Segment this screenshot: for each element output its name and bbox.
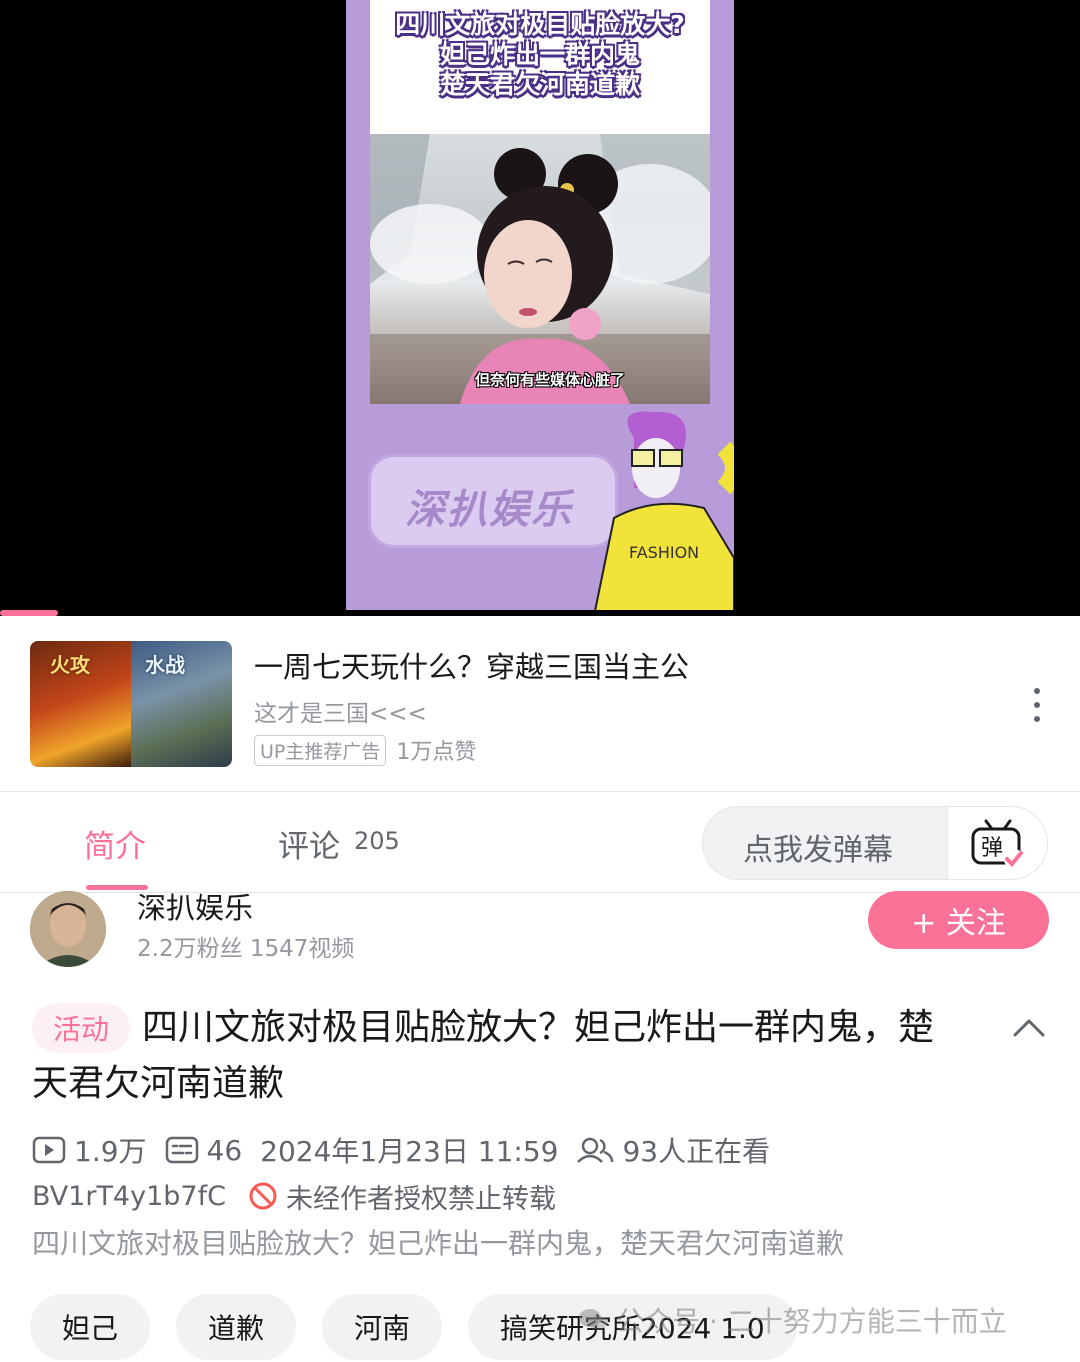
- play-count: 1.9万: [74, 1135, 147, 1168]
- tab-comments[interactable]: 评论: [278, 821, 340, 866]
- ad-subtitle: 这才是三国<<<: [254, 701, 427, 727]
- uploader-avatar[interactable]: [30, 891, 106, 967]
- tab-comments-count: 205: [354, 827, 400, 855]
- ad-likes: 1万点赞: [396, 740, 477, 765]
- video-still-photo: 但奈何有些媒体心脏了: [370, 134, 710, 404]
- video-description: 四川文旅对极目贴脸放大？妲己炸出一群内鬼，楚天君欠河南道歉: [32, 1227, 845, 1260]
- danmaku-count-stat: 46: [165, 1133, 243, 1167]
- danmaku-input-bar[interactable]: 点我发弹幕 弹: [702, 806, 1048, 880]
- danmaku-input[interactable]: 点我发弹幕: [743, 825, 893, 869]
- watching-stat: 93人正在看: [576, 1130, 770, 1170]
- no-repost-notice: 未经作者授权禁止转载: [248, 1177, 556, 1216]
- video-frame: 四川文旅对极目贴脸放大? 妲己炸出一群内鬼 楚天君欠河南道歉 但奈何有些媒体心脏…: [346, 0, 734, 616]
- publish-datetime: 2024年1月23日 11:59: [260, 1135, 559, 1168]
- watermark-text: 公众号 · 二十努力方能三十而立: [616, 1305, 1007, 1338]
- mascot-illustration: FASHION: [592, 411, 734, 616]
- tag-chip[interactable]: 河南: [322, 1294, 443, 1360]
- uploader-stats: 2.2万粉丝 1547视频: [137, 936, 355, 962]
- uploader-row: 深扒娱乐 2.2万粉丝 1547视频 + 关注: [0, 891, 1080, 983]
- ad-title[interactable]: 一周七天玩什么？穿越三国当主公: [254, 644, 689, 686]
- video-title-line-3: 楚天君欠河南道歉: [439, 70, 640, 99]
- ad-thumb-fire-tag: 火攻: [50, 653, 90, 677]
- video-stats-row: 1.9万 46 2024年1月23日 11:59 93人正在看: [32, 1130, 788, 1170]
- watermark: 公众号 · 二十努力方能三十而立: [578, 1300, 1007, 1340]
- ad-thumb-water: 水战: [131, 641, 232, 767]
- video-subtitle: 但奈何有些媒体心脏了: [474, 371, 625, 389]
- sponsored-ad-card[interactable]: 火攻 水战 一周七天玩什么？穿越三国当主公 这才是三国<<< UP主推荐广告 1…: [0, 616, 1080, 792]
- ad-meta: UP主推荐广告 1万点赞: [254, 734, 476, 766]
- play-count-stat: 1.9万: [32, 1130, 147, 1170]
- bvid[interactable]: BV1rT4y1b7fC: [32, 1181, 226, 1212]
- ad-thumb-water-tag: 水战: [145, 653, 185, 677]
- video-player[interactable]: 四川文旅对极目贴脸放大? 妲己炸出一群内鬼 楚天君欠河南道歉 但奈何有些媒体心脏…: [0, 0, 1080, 616]
- danmaku-toggle-icon: 弹: [971, 819, 1024, 869]
- uploader-name[interactable]: 深扒娱乐: [137, 885, 253, 927]
- svg-text:FASHION: FASHION: [629, 543, 699, 562]
- video-title-line-2: 妲己炸出一群内鬼: [439, 40, 640, 69]
- video-title-card: 四川文旅对极目贴脸放大? 妲己炸出一群内鬼 楚天君欠河南道歉: [370, 0, 710, 134]
- watching-count: 93人正在看: [622, 1135, 771, 1168]
- ad-badge: UP主推荐广告: [254, 734, 387, 766]
- danmaku-count-icon: [165, 1136, 198, 1164]
- danmaku-count: 46: [206, 1133, 243, 1167]
- ad-thumb-fire: 火攻: [30, 641, 131, 767]
- brand-logo-text: 深扒娱乐: [405, 487, 573, 533]
- follow-button[interactable]: + 关注: [868, 891, 1049, 949]
- video-title: 四川文旅对极目贴脸放大？妲己炸出一群内鬼，楚天君欠河南道歉: [32, 1007, 935, 1104]
- chevron-up-icon[interactable]: [1012, 1016, 1046, 1038]
- no-repost-text: 未经作者授权禁止转载: [285, 1183, 556, 1215]
- video-title-line-1: 四川文旅对极目贴脸放大?: [395, 10, 685, 39]
- tag-chip[interactable]: 妲己: [30, 1294, 151, 1360]
- tab-intro[interactable]: 简介: [84, 821, 146, 866]
- viewers-icon: [577, 1137, 614, 1163]
- detail-tabs: 简介 评论 205 点我发弹幕 弹: [0, 793, 1080, 893]
- wechat-icon: [579, 1309, 607, 1330]
- tag-chip[interactable]: 道歉: [176, 1294, 297, 1360]
- play-count-icon: [32, 1136, 66, 1164]
- svg-text:弹: 弹: [981, 836, 1003, 861]
- bvid-row: BV1rT4y1b7fC 未经作者授权禁止转载: [32, 1176, 556, 1216]
- danmaku-toggle-button[interactable]: 弹: [947, 807, 1047, 879]
- ad-thumbnail[interactable]: 火攻 水战: [30, 641, 232, 767]
- more-vertical-icon[interactable]: [1030, 688, 1044, 722]
- prohibited-icon: [249, 1182, 277, 1210]
